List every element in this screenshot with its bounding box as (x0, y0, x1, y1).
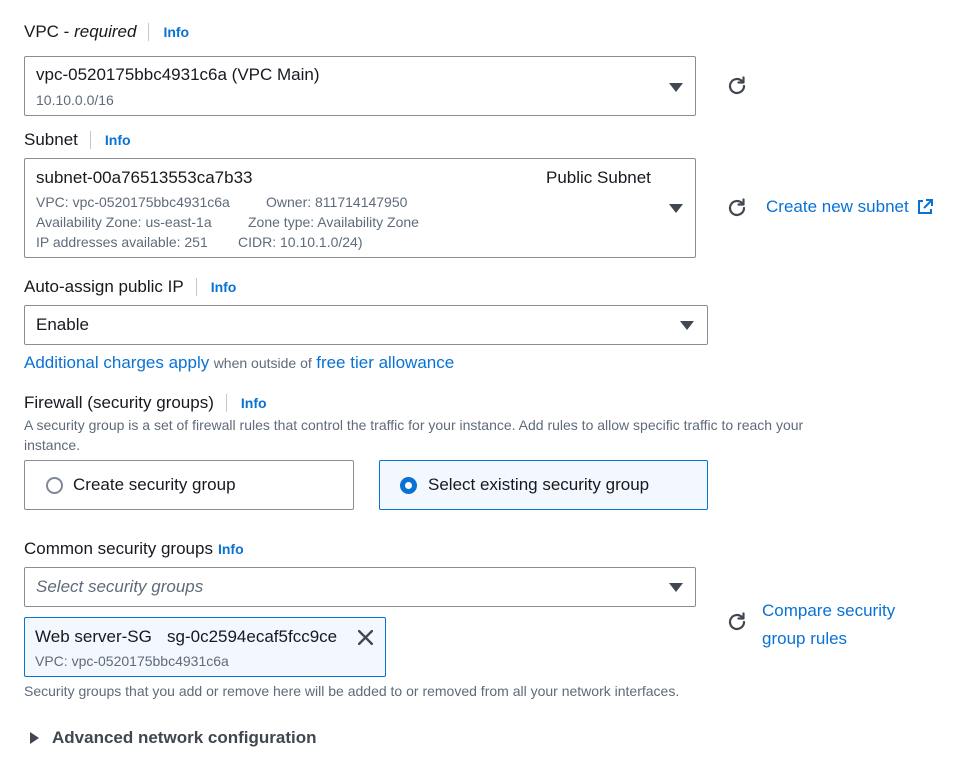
subnet-owner: Owner: 811714147950 (266, 194, 408, 210)
public-ip-info-link[interactable]: Info (211, 279, 237, 295)
radio-create-label: Create security group (73, 475, 236, 494)
refresh-icon[interactable] (725, 74, 749, 98)
radio-create-security-group[interactable]: Create security group (24, 460, 354, 510)
token-id: sg-0c2594ecaf5fcc9ce (167, 627, 338, 646)
compare-link-line2[interactable]: group rules (762, 625, 895, 653)
firewall-info-link[interactable]: Info (241, 395, 267, 411)
vpc-required-text: required (74, 22, 137, 41)
common-sg-label: Common security groups Info (24, 539, 244, 559)
vpc-label: VPC - required Info (24, 22, 189, 42)
label-divider (148, 23, 150, 41)
common-sg-info-link[interactable]: Info (218, 541, 244, 557)
external-link-icon (917, 199, 933, 214)
common-sg-label-text: Common security groups (24, 539, 213, 558)
label-divider (195, 278, 197, 296)
firewall-description-line1: A security group is a set of firewall ru… (24, 417, 804, 433)
close-icon[interactable] (357, 629, 374, 646)
label-divider (89, 131, 91, 149)
caret-down-icon (669, 83, 683, 92)
subnet-label: Subnet Info (24, 130, 131, 150)
vpc-select-value: vpc-0520175bbc4931c6a (VPC Main) (36, 65, 320, 84)
caret-down-icon (669, 204, 683, 213)
radio-select-label: Select existing security group (428, 475, 650, 494)
token-name: Web server-SG (35, 627, 152, 646)
label-divider (225, 394, 227, 412)
security-group-token: Web server-SG sg-0c2594ecaf5fcc9ce VPC: … (24, 617, 386, 677)
refresh-icon[interactable] (725, 610, 749, 634)
subnet-select-value: subnet-00a76513553ca7b33 (36, 168, 253, 187)
subnet-zone-type: Zone type: Availability Zone (248, 214, 419, 230)
subnet-info-link[interactable]: Info (105, 132, 131, 148)
subnet-name: Public Subnet (546, 168, 651, 187)
refresh-icon[interactable] (725, 196, 749, 220)
radio-select-existing-security-group[interactable]: Select existing security group (379, 460, 708, 510)
subnet-cidr: CIDR: 10.10.1.0/24) (238, 234, 363, 250)
public-ip-value: Enable (36, 315, 89, 334)
public-ip-label: Auto-assign public IP Info (24, 277, 236, 297)
compare-sg-rules-link[interactable]: Compare security group rules (762, 597, 895, 653)
radio-unchecked-icon[interactable] (46, 477, 63, 494)
firewall-label: Firewall (security groups) Info (24, 393, 267, 413)
additional-charges-link[interactable]: Additional charges apply (24, 353, 209, 372)
token-vpc: VPC: vpc-0520175bbc4931c6a (35, 653, 229, 669)
vpc-info-link[interactable]: Info (163, 24, 189, 40)
compare-link-line1[interactable]: Compare security (762, 597, 895, 625)
vpc-cidr: 10.10.0.0/16 (36, 92, 114, 108)
subnet-select[interactable]: subnet-00a76513553ca7b33 Public Subnet V… (24, 158, 696, 258)
create-subnet-link-text[interactable]: Create new subnet (766, 197, 909, 217)
public-ip-label-text: Auto-assign public IP (24, 277, 184, 296)
public-ip-select[interactable]: Enable (24, 305, 708, 345)
firewall-description-line2: instance. (24, 437, 81, 453)
subnet-az: Availability Zone: us-east-1a (36, 214, 212, 230)
subnet-ip-available: IP addresses available: 251 (36, 234, 208, 250)
radio-checked-icon[interactable] (400, 477, 417, 494)
vpc-label-text: VPC - (24, 22, 70, 41)
free-tier-link[interactable]: free tier allowance (316, 353, 454, 372)
charges-note: Additional charges apply when outside of… (24, 353, 454, 373)
security-group-placeholder: Select security groups (36, 577, 204, 596)
firewall-label-text: Firewall (security groups) (24, 393, 214, 412)
subnet-vpc: VPC: vpc-0520175bbc4931c6a (36, 194, 230, 210)
charges-text: when outside of (213, 355, 312, 371)
vpc-select[interactable]: vpc-0520175bbc4931c6a (VPC Main) 10.10.0… (24, 56, 696, 116)
advanced-network-expander[interactable]: Advanced network configuration (30, 728, 316, 748)
subnet-label-text: Subnet (24, 130, 78, 149)
advanced-network-label: Advanced network configuration (52, 728, 317, 747)
create-subnet-link[interactable]: Create new subnet (766, 197, 934, 217)
security-group-multiselect[interactable]: Select security groups (24, 567, 696, 607)
security-groups-note: Security groups that you add or remove h… (24, 683, 680, 699)
caret-right-icon (30, 732, 39, 744)
caret-down-icon (669, 583, 683, 592)
caret-down-icon (680, 321, 694, 330)
